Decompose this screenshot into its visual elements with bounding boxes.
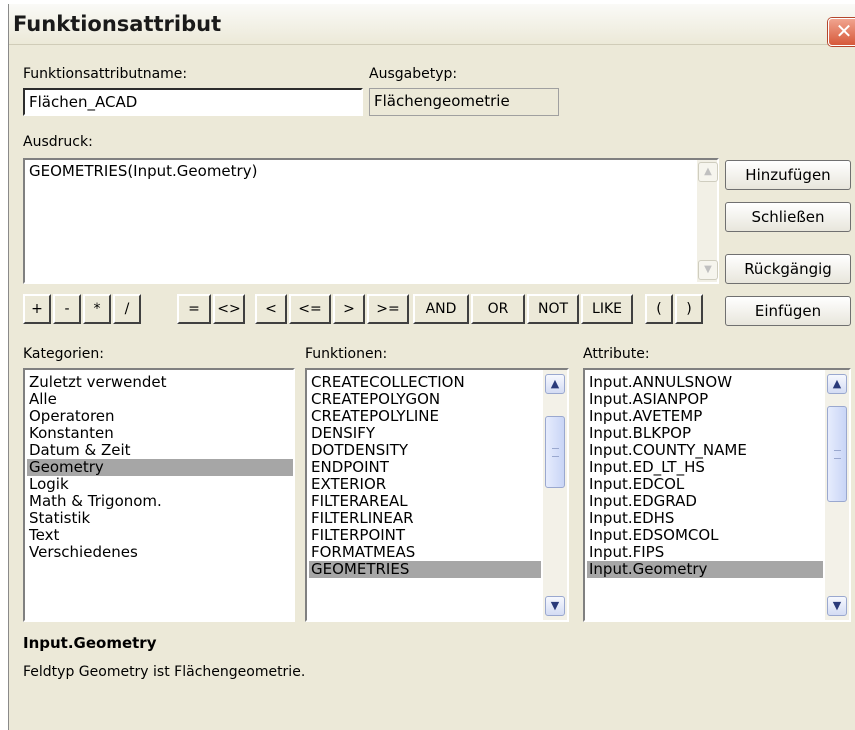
operator-divide-button[interactable]: / [113,294,141,324]
expression-label: Ausdruck: [23,134,93,150]
operator-minus-button[interactable]: - [53,294,81,324]
function-item[interactable]: FILTERLINEAR [309,510,414,527]
insert-button[interactable]: Einfügen [725,296,851,326]
expression-scrollbar[interactable]: ▲ ▼ [697,160,718,282]
dialog-window: Funktionsattribut ✕ Funktionsattributnam… [8,4,855,730]
attribute-item[interactable]: Input.FIPS [587,544,664,561]
function-item[interactable]: DENSIFY [309,425,375,442]
attribute-item[interactable]: Input.COUNTY_NAME [587,442,747,459]
function-item[interactable]: DOTDENSITY [309,442,408,459]
operator-not-equal-button[interactable]: <> [213,294,245,324]
undo-button[interactable]: Rückgängig [725,254,851,284]
close-icon[interactable]: ✕ [828,18,855,46]
functions-list[interactable]: CREATECOLLECTION CREATEPOLYGON CREATEPOL… [305,368,569,622]
function-item[interactable]: CREATECOLLECTION [309,374,465,391]
operator-less-equal-button[interactable]: <= [289,294,331,324]
attribute-item[interactable]: Input.EDHS [587,510,674,527]
function-item[interactable]: ENDPOINT [309,459,389,476]
chevron-up-icon[interactable]: ▲ [698,162,718,182]
operator-close-paren-button[interactable]: ) [675,294,703,324]
function-item-selected[interactable]: GEOMETRIES [309,561,541,578]
category-item[interactable]: Math & Trigonom. [27,493,162,510]
functions-label: Funktionen: [305,346,388,362]
category-item[interactable]: Statistik [27,510,90,527]
expression-text: GEOMETRIES(Input.Geometry) [29,162,258,180]
category-item[interactable]: Konstanten [27,425,114,442]
category-item[interactable]: Alle [27,391,57,408]
attributes-list[interactable]: Input.ANNULSNOW Input.ASIANPOP Input.AVE… [583,368,851,622]
category-item[interactable]: Logik [27,476,69,493]
attribute-item[interactable]: Input.EDGRAD [587,493,697,510]
operator-greater-button[interactable]: > [333,294,365,324]
operator-less-button[interactable]: < [255,294,287,324]
operator-not-button[interactable]: NOT [527,294,579,324]
attribute-item[interactable]: Input.AVETEMP [587,408,702,425]
attribute-item-selected[interactable]: Input.Geometry [587,561,823,578]
operator-greater-equal-button[interactable]: >= [367,294,409,324]
title-bar[interactable]: Funktionsattribut ✕ [9,4,855,46]
output-type-field: Flächengeometrie [369,88,559,116]
attributes-scroll-thumb[interactable] [827,406,847,502]
window-title: Funktionsattribut [13,12,222,36]
category-item[interactable]: Text [27,527,59,544]
operator-open-paren-button[interactable]: ( [645,294,673,324]
chevron-down-icon[interactable]: ▼ [698,260,718,280]
operator-like-button[interactable]: LIKE [581,294,633,324]
attribute-item[interactable]: Input.EDSOMCOL [587,527,719,544]
name-field-label: Funktionsattributname: [23,66,188,82]
output-type-label: Ausgabetyp: [369,66,458,82]
attribute-item[interactable]: Input.ED_LT_HS [587,459,705,476]
operator-and-button[interactable]: AND [413,294,469,324]
description-title: Input.Geometry [23,634,157,652]
attribute-item[interactable]: Input.BLKPOP [587,425,691,442]
attribute-item[interactable]: Input.EDCOL [587,476,684,493]
function-item[interactable]: EXTERIOR [309,476,386,493]
attribute-item[interactable]: Input.ANNULSNOW [587,374,732,391]
operator-multiply-button[interactable]: * [83,294,111,324]
chevron-down-icon[interactable]: ▼ [827,596,847,616]
function-item[interactable]: FILTERAREAL [309,493,408,510]
chevron-up-icon[interactable]: ▲ [545,374,565,394]
function-item[interactable]: CREATEPOLYGON [309,391,440,408]
function-item[interactable]: CREATEPOLYLINE [309,408,439,425]
operator-plus-button[interactable]: + [23,294,51,324]
expression-textarea[interactable]: GEOMETRIES(Input.Geometry) ▲ ▼ [23,158,719,284]
category-item-selected[interactable]: Geometry [27,459,293,476]
attribute-item[interactable]: Input.ASIANPOP [587,391,708,408]
chevron-up-icon[interactable]: ▲ [827,374,847,394]
categories-list[interactable]: Zuletzt verwendet Alle Operatoren Konsta… [23,368,295,622]
operator-equals-button[interactable]: = [177,294,211,324]
function-item[interactable]: FORMATMEAS [309,544,415,561]
category-item[interactable]: Operatoren [27,408,115,425]
name-field[interactable]: Flächen_ACAD [23,88,363,116]
category-item[interactable]: Zuletzt verwendet [27,374,167,391]
close-button[interactable]: Schließen [725,202,851,232]
description-text: Feldtyp Geometry ist Flächengeometrie. [23,664,306,680]
category-item[interactable]: Datum & Zeit [27,442,131,459]
categories-label: Kategorien: [23,346,104,362]
operator-or-button[interactable]: OR [471,294,525,324]
category-item[interactable]: Verschiedenes [27,544,138,561]
attributes-scrollbar[interactable]: ▲ ▼ [825,370,849,620]
chevron-down-icon[interactable]: ▼ [545,596,565,616]
attributes-label: Attribute: [583,346,650,362]
add-button[interactable]: Hinzufügen [725,160,851,190]
functions-scrollbar[interactable]: ▲ ▼ [543,370,567,620]
function-item[interactable]: FILTERPOINT [309,527,405,544]
functions-scroll-thumb[interactable] [545,416,565,488]
